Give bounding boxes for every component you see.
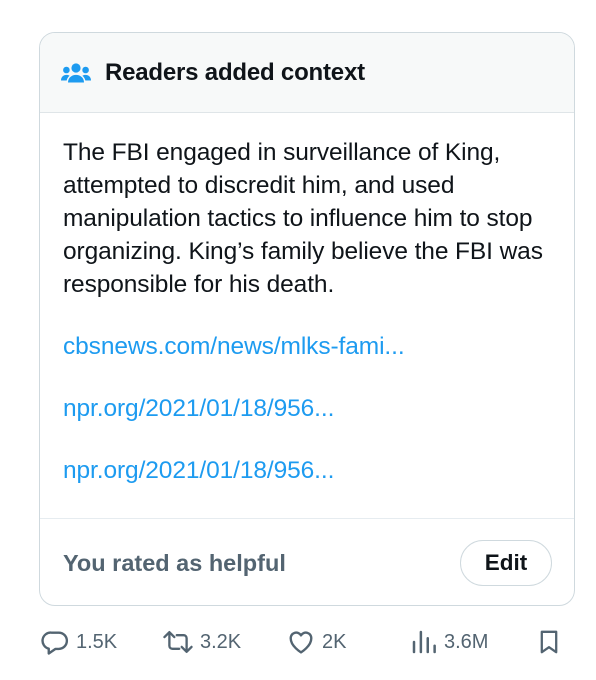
reply-button[interactable]: 1.5K — [40, 620, 117, 664]
community-note-card: Readers added context The FBI engaged in… — [39, 32, 575, 606]
bookmark-icon — [537, 627, 561, 657]
edit-rating-button[interactable]: Edit — [460, 540, 552, 586]
tweet-action-bar: 1.5K 3.2K 2K 3.6M — [40, 620, 560, 664]
rating-footer: You rated as helpful Edit — [40, 519, 574, 605]
views-icon — [410, 627, 438, 657]
like-icon — [286, 627, 316, 657]
reply-count: 1.5K — [76, 630, 118, 653]
source-link-2[interactable]: npr.org/2021/01/18/956... — [63, 392, 550, 425]
note-text: The FBI engaged in surveillance of King,… — [63, 139, 543, 298]
people-icon — [61, 60, 91, 86]
rated-status: You rated as helpful — [63, 549, 286, 576]
note-header: Readers added context — [40, 33, 574, 113]
like-count: 2K — [322, 630, 347, 653]
note-header-title: Readers added context — [105, 58, 365, 86]
note-body: The FBI engaged in surveillance of King,… — [40, 113, 574, 519]
like-button[interactable]: 2K — [286, 620, 346, 664]
repost-count: 3.2K — [200, 630, 242, 653]
views-count: 3.6M — [444, 630, 489, 653]
reply-icon — [40, 627, 70, 657]
repost-button[interactable]: 3.2K — [162, 620, 241, 664]
bookmark-button[interactable] — [537, 620, 561, 664]
source-link-3[interactable]: npr.org/2021/01/18/956... — [63, 454, 550, 487]
repost-icon — [162, 627, 194, 657]
views-button[interactable]: 3.6M — [410, 620, 488, 664]
source-link-1[interactable]: cbsnews.com/news/mlks-fami... — [63, 330, 550, 363]
